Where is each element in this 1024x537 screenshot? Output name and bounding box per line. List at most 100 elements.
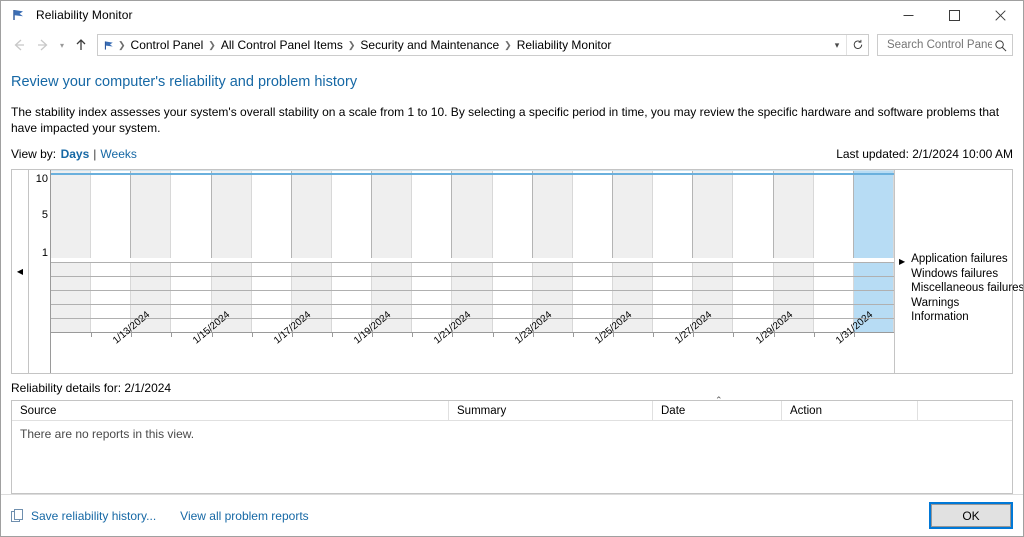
x-tick <box>813 332 815 337</box>
chart-index-column[interactable] <box>412 170 453 258</box>
reliability-chart: ◀ 10 5 1 1/13/2024 1/15/2024 1/17/2024 1/19/2… <box>11 169 1023 374</box>
right-triangle-icon[interactable]: ▶ <box>899 257 905 266</box>
reliability-monitor-window: Reliability Monitor ▾ ❯ Control Panel ❯ … <box>0 0 1024 537</box>
ok-button[interactable]: OK <box>929 502 1013 529</box>
legend-item-miscellaneous-failures: Miscellaneous failures <box>911 282 1023 294</box>
chart-event-panel <box>51 262 894 332</box>
breadcrumb-item-reliability-monitor[interactable]: Reliability Monitor <box>513 38 616 52</box>
breadcrumb-item-security-and-maintenance[interactable]: Security and Maintenance <box>356 38 503 52</box>
chart-index-column[interactable] <box>252 170 292 258</box>
breadcrumb-separator: ❯ <box>118 39 126 50</box>
chart-index-column[interactable] <box>211 170 252 258</box>
chart-events-column[interactable] <box>171 262 212 332</box>
up-arrow-icon[interactable] <box>69 33 93 57</box>
column-header-date[interactable]: ⌃ Date <box>653 395 782 420</box>
refresh-icon[interactable] <box>846 35 868 55</box>
last-updated-text: Last updated: 2/1/2024 10:00 AM <box>836 147 1013 161</box>
x-tick <box>331 332 333 337</box>
chart-events-column[interactable] <box>573 262 613 332</box>
view-all-problem-reports-link[interactable]: View all problem reports <box>180 509 309 523</box>
breadcrumb-separator: ❯ <box>347 39 356 50</box>
chart-index-column[interactable] <box>171 170 212 258</box>
chart-events-column[interactable] <box>814 262 854 332</box>
breadcrumb-item-control-panel[interactable]: Control Panel <box>127 38 208 52</box>
chart-index-column[interactable] <box>51 170 92 258</box>
breadcrumb-flag-icon <box>103 38 117 52</box>
chart-index-column[interactable] <box>612 170 654 258</box>
chart-events-column[interactable] <box>332 262 373 332</box>
chart-events-column[interactable] <box>252 262 292 332</box>
address-bar[interactable]: ❯ Control Panel ❯ All Control Panel Item… <box>97 34 869 56</box>
chart-index-column[interactable] <box>853 170 894 258</box>
details-empty-message: There are no reports in this view. <box>20 427 195 441</box>
details-label: Reliability details for: 2/1/2024 <box>11 381 172 395</box>
x-tick <box>733 332 735 337</box>
view-by-days-link[interactable]: Days <box>61 147 90 161</box>
page-description: The stability index assesses your system… <box>11 105 1000 135</box>
chart-events-column[interactable] <box>412 262 453 332</box>
save-reliability-history-link[interactable]: Save reliability history... <box>31 509 156 523</box>
view-by-weeks-link[interactable]: Weeks <box>100 147 136 161</box>
breadcrumb-item-all-control-panel-items[interactable]: All Control Panel Items <box>217 38 347 52</box>
search-icon <box>994 39 1007 52</box>
chart-events-column[interactable] <box>91 262 132 332</box>
chart-collapse-button[interactable]: ◀ <box>12 170 29 373</box>
details-table: Source Summary ⌃ Date Action There are n… <box>11 395 1013 494</box>
chart-index-column[interactable] <box>493 170 533 258</box>
chart-events-column[interactable] <box>733 262 774 332</box>
chevron-up-icon: ⌃ <box>715 395 723 405</box>
column-header-action[interactable]: Action <box>782 401 918 420</box>
minimize-icon[interactable] <box>885 1 931 30</box>
chart-index-column[interactable] <box>773 170 814 258</box>
window-controls <box>885 1 1023 30</box>
history-dropdown-chevron-down-icon[interactable]: ▾ <box>55 33 69 57</box>
address-chevron-down-icon[interactable]: ▾ <box>828 40 846 51</box>
chart-index-top-border <box>51 170 894 171</box>
chart-index-column[interactable] <box>291 170 332 258</box>
chart-plot-area[interactable]: 1/13/2024 1/15/2024 1/17/2024 1/19/2024 1/21… <box>51 170 894 373</box>
chart-events-column[interactable] <box>493 262 533 332</box>
back-arrow-icon[interactable] <box>7 33 31 57</box>
chart-index-column[interactable] <box>131 170 172 258</box>
chart-index-column[interactable] <box>452 170 493 258</box>
chart-events-column[interactable] <box>653 262 694 332</box>
breadcrumb-separator: ❯ <box>504 39 512 50</box>
column-header-source[interactable]: Source <box>12 401 449 420</box>
window-title: Reliability Monitor <box>36 8 133 22</box>
chart-legend: ▶ Application failures Windows failures … <box>894 170 1023 373</box>
search-box[interactable] <box>877 34 1013 56</box>
chart-index-column[interactable] <box>653 170 694 258</box>
chart-x-labels: 1/13/2024 1/15/2024 1/17/2024 1/19/2024 1/21… <box>51 309 894 373</box>
forward-arrow-icon[interactable] <box>31 33 55 57</box>
column-header-date-label: Date <box>661 404 686 417</box>
chart-y-axis: 10 5 1 <box>29 170 51 373</box>
page-title: Review your computer's reliability and p… <box>11 74 358 90</box>
x-tick <box>91 332 93 337</box>
chart-legend-list: Application failures Windows failures Mi… <box>911 252 1023 325</box>
breadcrumb-separator: ❯ <box>208 39 216 50</box>
chart-stability-index-line <box>51 173 894 175</box>
column-header-summary[interactable]: Summary <box>449 401 653 420</box>
chart-index-column[interactable] <box>573 170 613 258</box>
close-icon[interactable] <box>977 1 1023 30</box>
chart-index-column[interactable] <box>814 170 854 258</box>
chart-events-column[interactable] <box>51 262 92 332</box>
chart-index-column[interactable] <box>532 170 573 258</box>
legend-item-application-failures: Application failures <box>911 253 1008 265</box>
maximize-icon[interactable] <box>931 1 977 30</box>
chart-index-column[interactable] <box>91 170 132 258</box>
flag-icon <box>11 7 27 23</box>
chart-index-column[interactable] <box>693 170 734 258</box>
chart-index-column[interactable] <box>733 170 774 258</box>
chart-index-column[interactable] <box>372 170 413 258</box>
y-tick-5: 5 <box>41 209 48 221</box>
main-content: Review your computer's reliability and p… <box>1 60 1023 494</box>
x-tick <box>572 332 574 337</box>
legend-item-windows-failures: Windows failures <box>911 267 999 280</box>
search-input[interactable] <box>885 38 994 52</box>
save-copy-icon <box>11 508 25 523</box>
chart-index-column[interactable] <box>332 170 373 258</box>
y-tick-10: 10 <box>35 173 48 185</box>
x-tick <box>251 332 253 337</box>
title-bar: Reliability Monitor <box>1 1 1023 30</box>
